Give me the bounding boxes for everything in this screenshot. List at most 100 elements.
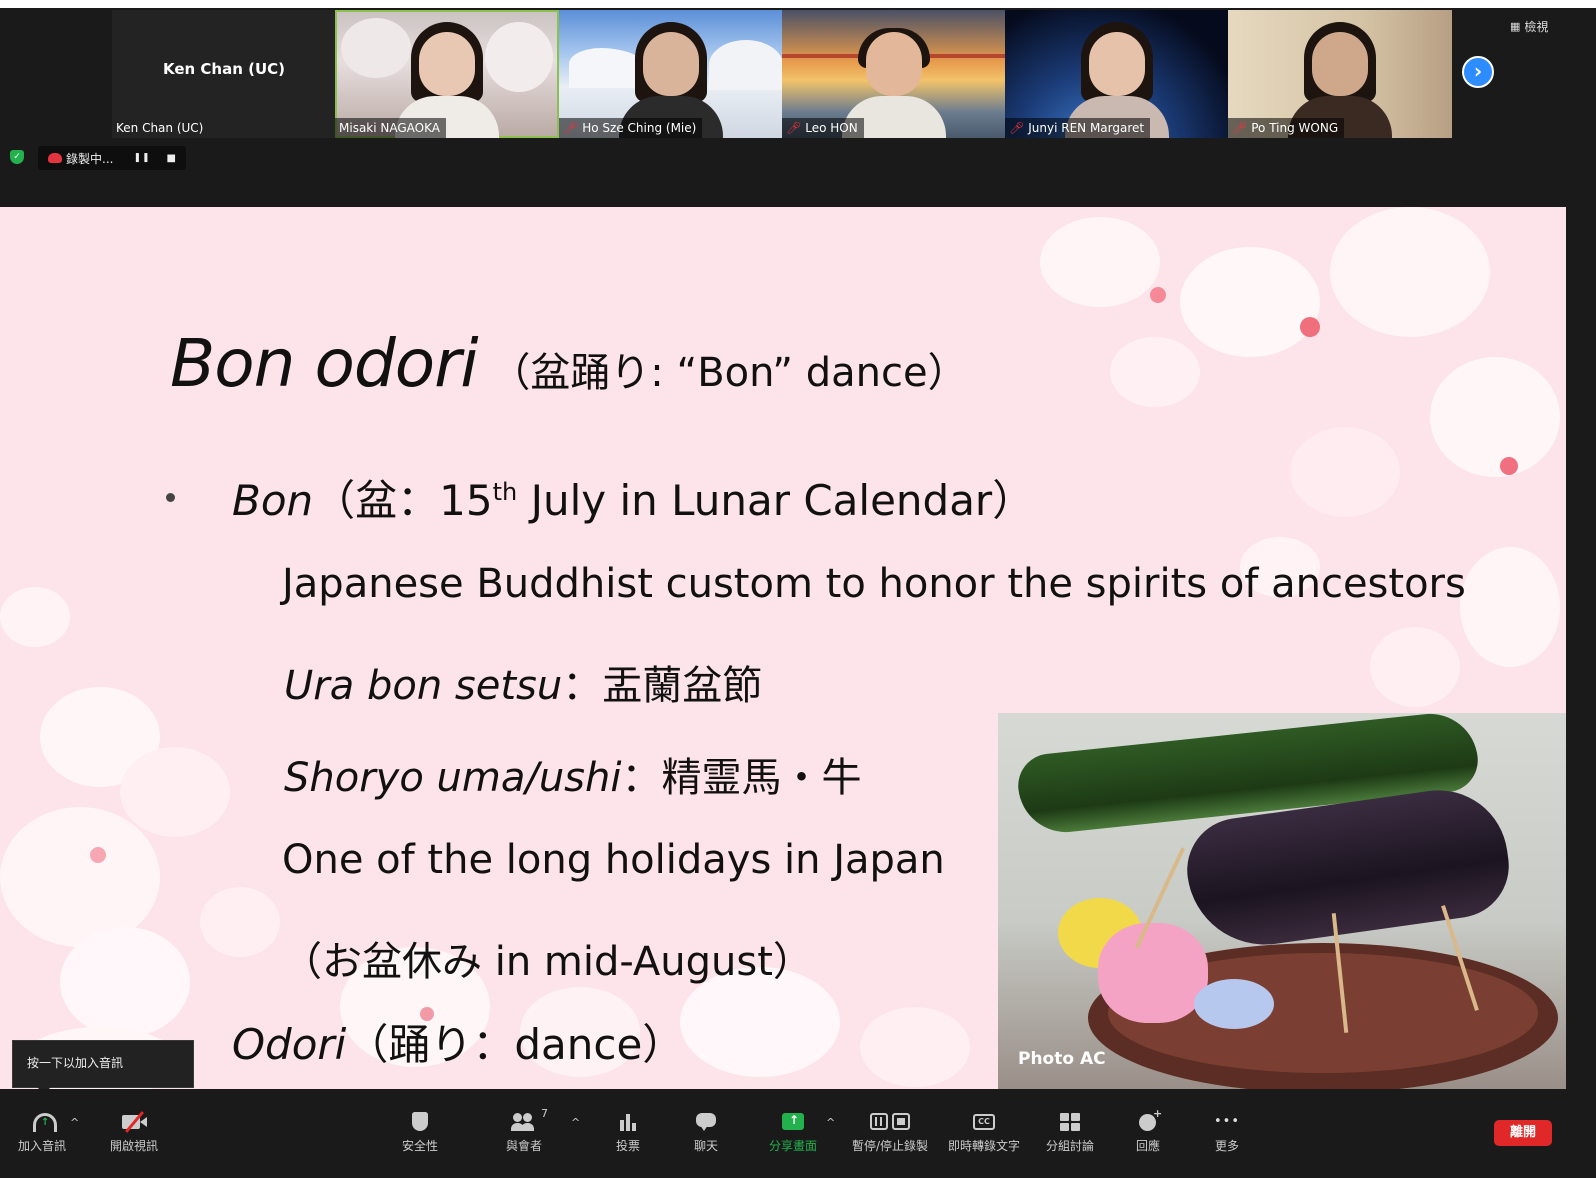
slide-text: ：盂蘭盆節 [562, 663, 763, 709]
shoryo-uma-photo: Photo AC [998, 713, 1566, 1089]
slide-text: ：精霊馬・牛 [621, 755, 862, 801]
bullet-text: July in Lunar Calendar） [517, 476, 1035, 525]
microphone-muted-icon: 🎤︎ [786, 121, 802, 135]
start-video-label: 開啟視訊 [109, 1139, 158, 1153]
participants-count: 7 [541, 1107, 548, 1120]
participants-button[interactable]: 7 與會者 [482, 1107, 566, 1154]
pause-recording-icon[interactable]: ❚❚ [133, 153, 150, 163]
microphone-muted-icon: 🎤︎ [1009, 121, 1025, 135]
polls-button[interactable]: 投票 [586, 1111, 670, 1154]
participants-label: 與會者 [505, 1139, 542, 1153]
slide-title-main: Bon odori [170, 325, 479, 402]
slide-term: Ura bon setsu [284, 663, 563, 709]
bullet-text: （盆：15 [313, 476, 493, 525]
participants-options-caret[interactable]: ^ [571, 1116, 580, 1129]
bullet-term: Odori [232, 1020, 347, 1069]
shield-icon [407, 1111, 433, 1133]
grid-view-icon: ▦ [1510, 20, 1521, 33]
smiley-plus-icon: + [1135, 1107, 1162, 1133]
participant-tile-ho-sze-ching[interactable]: 🎤︎ Ho Sze Ching (Mie) [559, 10, 783, 138]
share-screen-icon: ↑ [780, 1111, 806, 1133]
slide-term: Shoryo uma/ushi [284, 755, 622, 801]
bullet-term: Bon [232, 476, 314, 525]
join-audio-tooltip: 按一下以加入音訊 [12, 1040, 194, 1094]
participant-name: Leo HON [805, 121, 858, 135]
participant-name-bar: Misaki NAGAOKA [335, 118, 446, 138]
cc-glyph: CC [973, 1114, 995, 1130]
participant-name: Ho Sze Ching (Mie) [582, 121, 697, 135]
window-top-edge [0, 0, 1596, 8]
participants-icon: 7 [511, 1107, 548, 1133]
participant-tile-misaki-nagaoka[interactable]: Misaki NAGAOKA [335, 10, 559, 138]
cloud-recording-icon [48, 153, 62, 163]
microphone-muted-icon: 🎤︎ [1232, 121, 1248, 135]
slide-line-ura-bon: Ura bon setsu：盂蘭盆節 [284, 653, 762, 711]
view-button[interactable]: ▦ 檢視 [1510, 18, 1548, 35]
live-transcript-label: 即時轉錄文字 [947, 1139, 1020, 1153]
participant-name: Po Ting WONG [1251, 121, 1339, 135]
video-strip: Ken Chan (UC) Ken Chan (UC) Misaki NAGAO… [0, 0, 1596, 212]
bullet-superscript: th [492, 478, 518, 506]
participant-tile-leo-hon[interactable]: 🎤︎ Leo HON [782, 10, 1006, 138]
video-camera-off-icon [121, 1111, 147, 1133]
more-button[interactable]: ••• 更多 [1185, 1111, 1269, 1154]
security-button[interactable]: 安全性 [378, 1111, 462, 1154]
chat-bubble-icon [693, 1111, 719, 1133]
reactions-label: 回應 [1135, 1139, 1160, 1153]
participant-name-bar: 🎤︎ Leo HON [782, 118, 864, 138]
bullet-dot [166, 493, 175, 502]
participant-name-bar: 🎤︎ Po Ting WONG [1228, 118, 1345, 138]
share-screen-button[interactable]: ↑ 分享畫面 [751, 1111, 835, 1154]
participant-tile-junyi-ren[interactable]: 🎤︎ Junyi REN Margaret [1005, 10, 1229, 138]
view-label: 檢視 [1524, 20, 1549, 34]
reactions-button[interactable]: + 回應 [1106, 1107, 1190, 1154]
live-transcript-button[interactable]: CC 即時轉錄文字 [942, 1111, 1026, 1154]
bullet-bon: Bon（盆：15th July in Lunar Calendar） [232, 467, 1034, 528]
audio-options-caret[interactable]: ^ [70, 1116, 79, 1129]
breakout-rooms-label: 分組討論 [1045, 1139, 1094, 1153]
share-options-caret[interactable]: ^ [826, 1116, 835, 1129]
pause-stop-recording-label: 暫停/停止錄製 [851, 1139, 929, 1153]
photo-credit: Photo AC [1018, 1049, 1106, 1069]
breakout-rooms-button[interactable]: 分組討論 [1028, 1111, 1112, 1154]
bullet-text: （踊り：dance） [346, 1020, 685, 1069]
closed-caption-icon: CC [971, 1111, 997, 1133]
end-meeting-button[interactable]: 離開 [1494, 1120, 1552, 1146]
shared-slide: Bon odori （盆踊り: “Bon” dance） Bon（盆：15th … [0, 207, 1566, 1089]
bar-chart-icon [615, 1111, 641, 1133]
more-dots-icon: ••• [1214, 1114, 1241, 1129]
bullet-odori: Odori（踊り：dance） [232, 1011, 684, 1072]
participant-name-bar: 🎤︎ Junyi REN Margaret [1005, 118, 1151, 138]
participant-name: Misaki NAGAOKA [339, 121, 440, 135]
slide-line-obon-yasumi: （お盆休み in mid-August） [282, 939, 813, 985]
pause-stop-icon [868, 1111, 912, 1133]
slide-line-custom: Japanese Buddhist custom to honor the sp… [282, 561, 1466, 607]
microphone-muted-icon: 🎤︎ [563, 121, 579, 135]
share-screen-label: 分享畫面 [768, 1139, 817, 1153]
stop-recording-icon[interactable]: ■ [167, 153, 176, 164]
pause-stop-recording-button[interactable]: 暫停/停止錄製 [848, 1111, 932, 1154]
participant-name: Junyi REN Margaret [1028, 121, 1145, 135]
breakout-grid-icon [1057, 1111, 1083, 1133]
next-page-arrow-icon[interactable]: › [1462, 56, 1494, 88]
slide-line-shoryo: Shoryo uma/ushi：精霊馬・牛 [284, 745, 861, 803]
participant-name-bar: Ken Chan (UC) [112, 118, 209, 138]
participant-name: Ken Chan (UC) [116, 121, 204, 135]
participant-center-name: Ken Chan (UC) [162, 60, 286, 78]
participant-tile-ken-chan[interactable]: Ken Chan (UC) Ken Chan (UC) [112, 10, 336, 138]
chat-button[interactable]: 聊天 [664, 1111, 748, 1154]
recording-label: 錄製中... [66, 151, 114, 166]
participant-tile-po-ting-wong[interactable]: 🎤︎ Po Ting WONG [1228, 10, 1452, 138]
participant-name-bar: 🎤︎ Ho Sze Ching (Mie) [559, 118, 703, 138]
slide-title: Bon odori （盆踊り: “Bon” dance） [170, 325, 968, 402]
more-label: 更多 [1214, 1139, 1239, 1153]
slide-title-subtitle: （盆踊り: “Bon” dance） [490, 350, 968, 396]
chat-label: 聊天 [693, 1139, 718, 1153]
join-audio-label: 加入音訊 [17, 1139, 66, 1153]
slide-line-holidays: One of the long holidays in Japan [282, 837, 945, 883]
polls-label: 投票 [615, 1139, 640, 1153]
encryption-shield-icon[interactable]: ✓ [10, 150, 24, 164]
start-video-button[interactable]: 開啟視訊 [92, 1111, 176, 1154]
recording-indicator: 錄製中... ❚❚ ■ [38, 146, 186, 170]
security-label: 安全性 [401, 1139, 438, 1153]
